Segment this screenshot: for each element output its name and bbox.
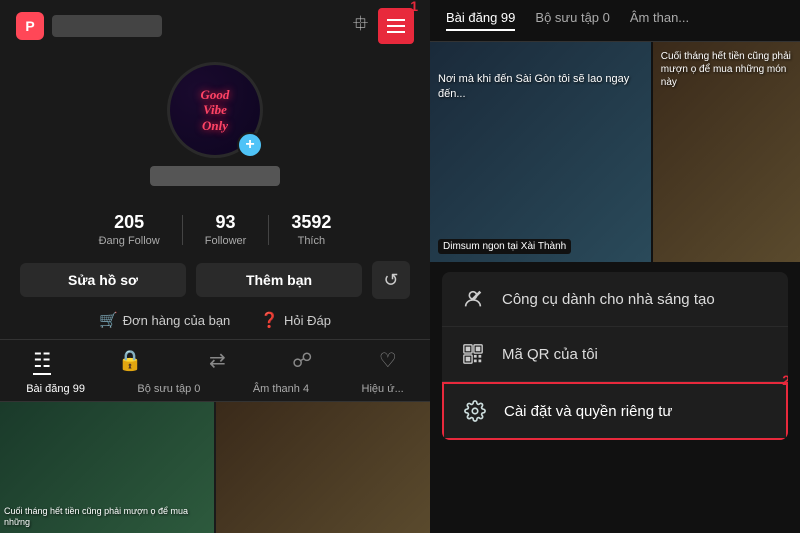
tab-label-effect[interactable]: Hiệu ứ... (362, 383, 404, 395)
top-bar-right: ⯐ (353, 8, 414, 44)
right-tab-audio[interactable]: Âm than... (630, 10, 689, 31)
share-button[interactable]: ↺ (372, 261, 410, 299)
orders-label: Đơn hàng của bạn (123, 313, 231, 328)
thumbnail-1[interactable]: Cuối tháng hết tiền cũng phải mượn ọ để … (0, 402, 214, 533)
menu-button[interactable] (378, 8, 414, 44)
share-icon: ↺ (383, 270, 398, 291)
action-buttons: Sửa hồ sơ Thêm bạn ↺ (0, 261, 430, 299)
qa-icon: ❓ (260, 311, 279, 329)
img-text-2: Dimsum ngon tại Xài Thành (438, 236, 571, 254)
likes-label: Thích (298, 235, 326, 247)
stat-followers[interactable]: 93 Follower (183, 212, 269, 247)
orders-item[interactable]: 🛒 Đơn hàng của bạn (99, 311, 230, 329)
settings-item[interactable]: 2 Cài đặt và quyền riêng tư (442, 382, 788, 440)
creator-tools-item[interactable]: Công cụ dành cho nhà sáng tạo (442, 272, 788, 327)
following-label: Đang Follow (99, 235, 160, 247)
thumbnail-row: Cuối tháng hết tiền cũng phải mượn ọ để … (0, 402, 430, 533)
top-bar-left: P (16, 12, 162, 40)
right-content-images: Nơi mà khi đến Sài Gòn tôi sẽ lao ngay đ… (430, 42, 800, 262)
p-badge: P (16, 12, 44, 40)
profile-name-blur (150, 166, 280, 186)
tab-heart-icon[interactable]: ♡ (379, 348, 397, 375)
hamburger-icon (387, 19, 405, 33)
edit-profile-button[interactable]: Sửa hồ sơ (20, 263, 186, 297)
dropdown-menu: Công cụ dành cho nhà sáng tạo (442, 272, 788, 440)
cart-icon: 🛒 (99, 311, 118, 329)
stat-following[interactable]: 205 Đang Follow (77, 212, 182, 247)
img-caption: Cuối tháng hết tiền cũng phải mượn ọ để … (661, 50, 792, 89)
settings-label: Cài đặt và quyền riêng tư (504, 403, 672, 420)
app-container: P ⯐ GoodVibeOnly (0, 0, 800, 533)
right-tabbar: Bài đăng 99 Bộ sưu tập 0 Âm than... (430, 0, 800, 42)
img-text-1: Nơi mà khi đến Sài Gòn tôi sẽ lao ngay đ… (438, 72, 651, 103)
qr-icon[interactable]: ⯐ (353, 9, 368, 43)
shop-row: 🛒 Đơn hàng của bạn ❓ Hỏi Đáp (0, 311, 430, 329)
top-bar: P ⯐ (0, 0, 430, 52)
add-avatar-button[interactable]: + (237, 132, 263, 158)
tab-repost-icon[interactable]: ⇄ (209, 348, 226, 375)
content-image-2[interactable]: Cuối tháng hết tiền cũng phải mượn ọ để … (653, 42, 800, 262)
stat-likes[interactable]: 3592 Thích (269, 212, 353, 247)
profile-section: GoodVibeOnly + (0, 52, 430, 212)
tab-labels-row: Bài đăng 99 Bộ sưu tập 0 Âm thanh 4 Hiệu… (0, 379, 430, 402)
qr-code-icon (460, 343, 486, 365)
content-image-1[interactable]: Nơi mà khi đến Sài Gòn tôi sẽ lao ngay đ… (430, 42, 651, 262)
qa-label: Hỏi Đáp (284, 313, 331, 328)
tab-label-posts[interactable]: Bài đăng 99 (26, 383, 85, 395)
username-blur (52, 15, 162, 37)
creator-tools-label: Công cụ dành cho nhà sáng tạo (502, 291, 715, 308)
tab-highlight-icon[interactable]: ☍ (292, 348, 312, 375)
left-panel: P ⯐ GoodVibeOnly (0, 0, 430, 533)
likes-count: 3592 (291, 212, 331, 233)
right-tab-collection[interactable]: Bộ sưu tập 0 (535, 10, 609, 31)
dimsum-label: Dimsum ngon tại Xài Thành (438, 239, 571, 254)
qr-code-label: Mã QR của tôi (502, 346, 598, 363)
tab-icons-row: ☷ 🔒 ⇄ ☍ ♡ (0, 339, 430, 379)
add-friend-button[interactable]: Thêm bạn (196, 263, 362, 297)
settings-icon (462, 400, 488, 422)
thumb-text-1: Cuối tháng hết tiền cũng phải mượn ọ để … (4, 506, 210, 529)
stats-row: 205 Đang Follow 93 Follower 3592 Thích (0, 212, 430, 247)
settings-badge: 2 (782, 372, 788, 388)
tab-posts-icon[interactable]: ☷ (33, 348, 51, 375)
tab-lock-icon[interactable]: 🔒 (118, 348, 143, 375)
followers-label: Follower (205, 235, 247, 247)
thumbnail-2[interactable] (216, 402, 430, 533)
avatar-text: GoodVibeOnly (201, 87, 230, 134)
right-panel: Bài đăng 99 Bộ sưu tập 0 Âm than... Nơi … (430, 0, 800, 533)
images-row: Nơi mà khi đến Sài Gòn tôi sẽ lao ngay đ… (430, 42, 800, 262)
tab-label-collection[interactable]: Bộ sưu tập 0 (137, 383, 200, 395)
following-count: 205 (114, 212, 144, 233)
tab-label-audio[interactable]: Âm thanh 4 (253, 383, 309, 395)
creator-tools-icon (460, 288, 486, 310)
avatar-wrapper: GoodVibeOnly + (167, 62, 263, 158)
right-tab-posts[interactable]: Bài đăng 99 (446, 10, 515, 31)
followers-count: 93 (216, 212, 236, 233)
qa-item[interactable]: ❓ Hỏi Đáp (260, 311, 331, 329)
qr-code-item[interactable]: Mã QR của tôi (442, 327, 788, 382)
